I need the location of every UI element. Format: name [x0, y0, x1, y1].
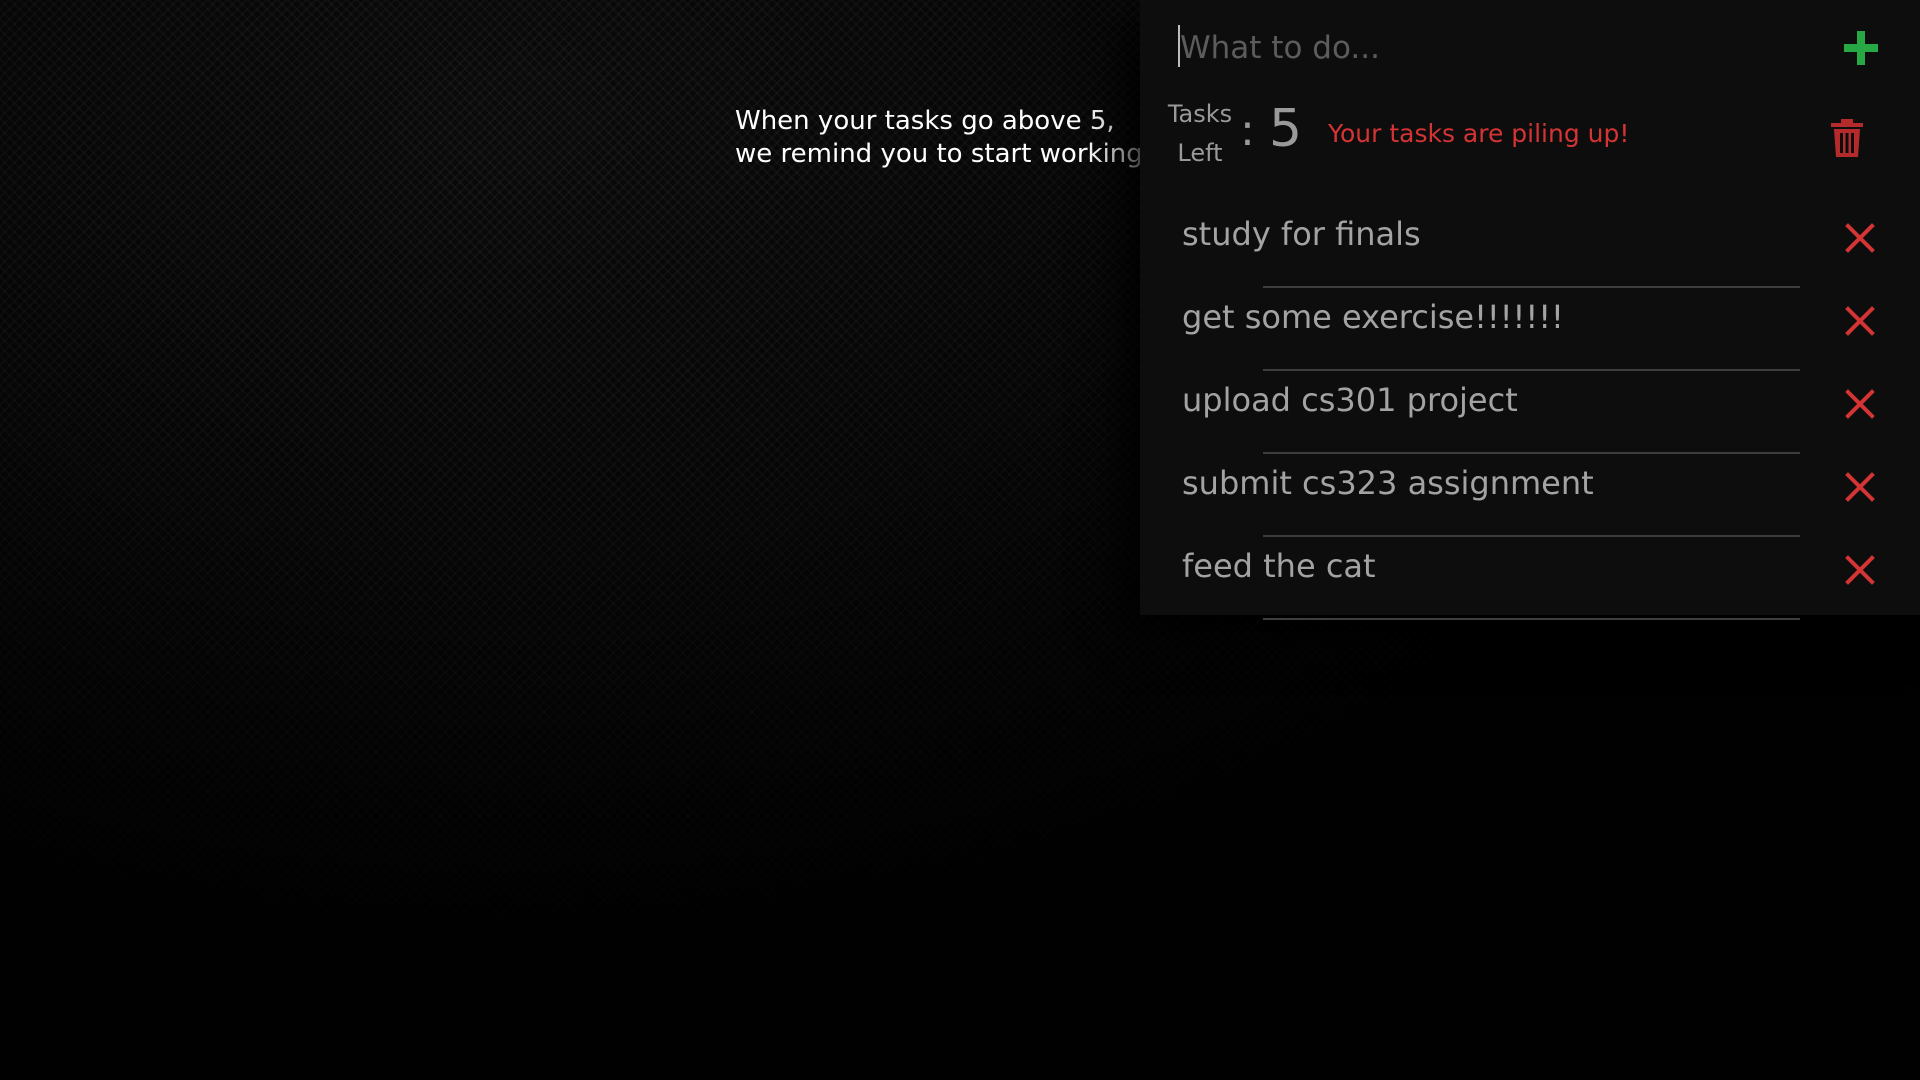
close-icon	[1845, 306, 1875, 336]
task-input-row	[1178, 20, 1878, 80]
tasks-left-label-line-2: Left	[1177, 139, 1223, 167]
delete-task-button[interactable]	[1844, 554, 1876, 586]
close-icon	[1845, 223, 1875, 253]
info-hint: When your tasks go above 5, we remind yo…	[735, 105, 1143, 171]
task-divider	[1263, 618, 1800, 620]
trash-icon	[1831, 119, 1863, 157]
tasks-left-value: 5	[1269, 99, 1303, 159]
task-text: upload cs301 project	[1182, 381, 1518, 419]
info-hint-line-2: we remind you to start working	[735, 139, 1143, 169]
task-input[interactable]	[1180, 20, 1820, 76]
close-icon	[1845, 472, 1875, 502]
task-text: submit cs323 assignment	[1182, 464, 1594, 502]
close-icon	[1845, 555, 1875, 585]
delete-task-button[interactable]	[1844, 305, 1876, 337]
tasks-left-label: Tasks Left	[1165, 95, 1235, 173]
tasks-left-separator: :	[1240, 105, 1255, 156]
task-text: study for finals	[1182, 215, 1421, 253]
close-icon	[1845, 389, 1875, 419]
task-item: submit cs323 assignment	[1160, 454, 1920, 537]
add-task-button[interactable]	[1842, 29, 1880, 67]
tasks-left-label-line-1: Tasks	[1167, 100, 1233, 128]
task-item: study for finals	[1160, 205, 1920, 288]
info-hint-line-1: When your tasks go above 5,	[735, 106, 1115, 136]
task-item: upload cs301 project	[1160, 371, 1920, 454]
task-item: feed the cat	[1160, 537, 1920, 620]
delete-task-button[interactable]	[1844, 222, 1876, 254]
warning-message: Your tasks are piling up!	[1328, 119, 1630, 148]
clear-all-button[interactable]	[1830, 118, 1864, 158]
delete-task-button[interactable]	[1844, 471, 1876, 503]
task-text: feed the cat	[1182, 547, 1376, 585]
delete-task-button[interactable]	[1844, 388, 1876, 420]
plus-icon	[1844, 31, 1878, 65]
task-item: get some exercise!!!!!!!	[1160, 288, 1920, 371]
task-list: study for finals get some exercise!!!!!!…	[1160, 205, 1920, 620]
task-text: get some exercise!!!!!!!	[1182, 298, 1564, 336]
